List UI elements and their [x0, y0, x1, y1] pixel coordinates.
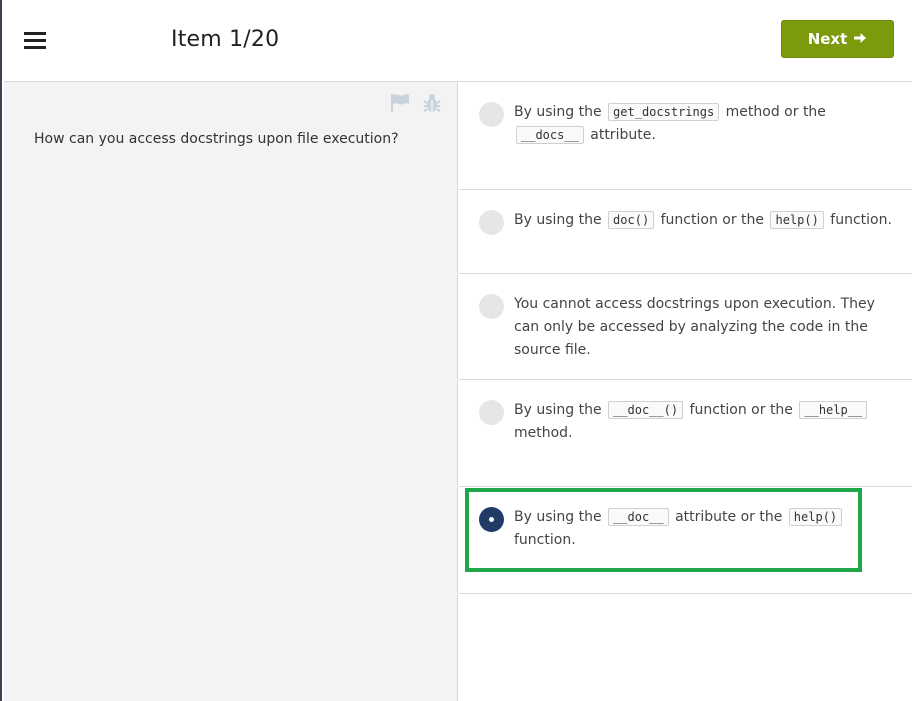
- hamburger-menu-icon[interactable]: [24, 31, 46, 51]
- question-tools: [389, 92, 443, 114]
- option-text: By using the __doc__ attribute or the he…: [514, 506, 894, 552]
- arrow-right-icon: [853, 31, 867, 48]
- radio-button[interactable]: [479, 400, 504, 425]
- bug-icon[interactable]: [421, 92, 443, 114]
- code-snippet: help(): [788, 508, 843, 526]
- answer-option-1[interactable]: By using the get_docstrings method or th…: [459, 82, 912, 190]
- code-snippet: get_docstrings: [608, 103, 720, 121]
- header-bar: Item 1/20 Next: [4, 0, 912, 82]
- option-text: You cannot access docstrings upon execut…: [514, 296, 875, 358]
- option-text: By using the get_docstrings method or th…: [514, 103, 826, 144]
- option-text: By using the doc() function or the help(…: [514, 211, 892, 229]
- code-snippet: doc(): [608, 211, 655, 229]
- item-counter: Item 1/20: [171, 27, 280, 52]
- question-text: How can you access docstrings upon file …: [34, 131, 399, 147]
- next-button-label: Next: [807, 30, 848, 48]
- answer-options: By using the get_docstrings method or th…: [459, 82, 912, 594]
- flag-icon[interactable]: [389, 92, 411, 114]
- question-panel: How can you access docstrings upon file …: [4, 82, 458, 701]
- answer-option-3[interactable]: You cannot access docstrings upon execut…: [459, 274, 912, 380]
- radio-button-selected[interactable]: [479, 507, 504, 532]
- answer-option-2[interactable]: By using the doc() function or the help(…: [459, 190, 912, 274]
- code-snippet: help(): [770, 211, 824, 229]
- code-snippet: __doc__(): [608, 401, 684, 419]
- radio-button[interactable]: [479, 210, 504, 235]
- app-frame: Item 1/20 Next How can you access docstr…: [0, 0, 912, 701]
- option-text: By using the __doc__() function or the _…: [514, 399, 894, 445]
- radio-button[interactable]: [479, 102, 504, 127]
- answer-option-4[interactable]: By using the __doc__() function or the _…: [459, 380, 912, 487]
- code-snippet: __help__: [799, 401, 868, 419]
- code-snippet: __docs__: [516, 126, 584, 144]
- answer-option-5[interactable]: By using the __doc__ attribute or the he…: [459, 487, 912, 594]
- next-button[interactable]: Next: [781, 20, 894, 58]
- radio-button[interactable]: [479, 294, 504, 319]
- code-snippet: __doc__: [608, 508, 669, 526]
